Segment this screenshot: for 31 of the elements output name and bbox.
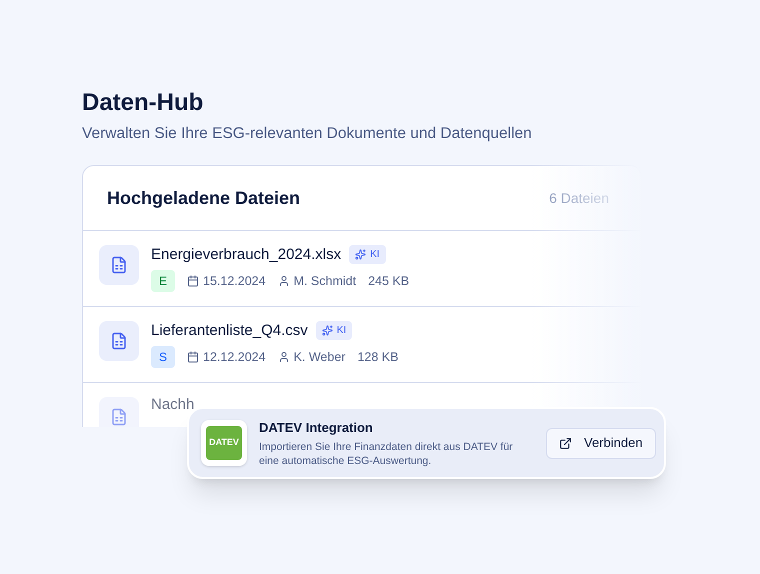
integration-title: DATEV Integration	[259, 419, 374, 438]
page-title: Daten-Hub	[82, 88, 204, 118]
file-icon	[99, 321, 139, 362]
file-name[interactable]: Nachh	[151, 397, 194, 412]
sparkle-icon	[355, 249, 366, 260]
page-subtitle: Verwalten Sie Ihre ESG-relevanten Dokumente und Datenquellen	[82, 124, 533, 144]
datev-logo: DATEV	[206, 426, 242, 460]
category-tag: S	[151, 346, 176, 368]
connect-button[interactable]: Verbinden	[546, 428, 656, 458]
calendar-icon	[187, 275, 200, 288]
integration-description: Importieren Sie Ihre Finanzdaten direkt aus DATEV für eine automatische ESG-Auswertung.	[259, 440, 514, 468]
file-size: 128 KB	[357, 348, 398, 366]
file-count: 6 Dateien	[549, 188, 609, 208]
ai-badge: KI	[316, 321, 352, 340]
file-date: 12.12.2024	[203, 348, 266, 366]
file-icon	[99, 397, 139, 428]
file-icon	[99, 245, 139, 286]
external-link-icon	[559, 436, 572, 450]
calendar-icon	[187, 351, 200, 364]
sparkle-icon	[322, 325, 333, 336]
file-date: 15.12.2024	[203, 272, 266, 290]
section-title: Hochgeladene Dateien	[107, 186, 300, 210]
file-name[interactable]: Lieferantenliste_Q4.csv	[151, 323, 308, 338]
ai-badge: KI	[349, 245, 386, 264]
category-tag: E	[151, 270, 176, 292]
file-size: 245 KB	[368, 272, 410, 290]
file-owner: M. Schmidt	[294, 272, 356, 290]
file-name[interactable]: Energieverbrauch_2024.xlsx	[151, 247, 342, 262]
user-icon	[278, 351, 290, 364]
file-owner: K. Weber	[294, 348, 346, 366]
user-icon	[278, 275, 290, 288]
